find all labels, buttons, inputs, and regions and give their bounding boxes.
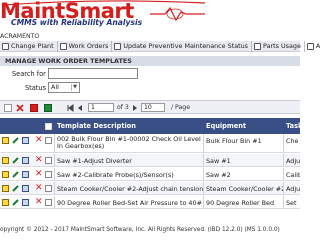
select-all-checkbox[interactable] xyxy=(45,123,52,130)
page-size-input[interactable]: 10 xyxy=(141,103,165,112)
copy-icon[interactable] xyxy=(22,199,29,206)
task-name: Set xyxy=(286,199,297,207)
row-checkbox[interactable] xyxy=(45,157,52,164)
table-row[interactable]: ✕ Saw #2-Calibrate Probe(s)/Sensor(s) Sa… xyxy=(0,168,300,181)
table-row[interactable]: ✕ Steam Cooker/Cooler #2-Adjust chain te… xyxy=(0,182,300,195)
col-template-description[interactable]: Template Description xyxy=(57,122,136,130)
more-icon xyxy=(306,42,314,50)
nav-label: Change Plant xyxy=(11,42,54,50)
template-description: Saw #2-Calibrate Probe(s)/Sensor(s) xyxy=(57,171,174,179)
edit-icon[interactable] xyxy=(12,199,19,206)
copyright-footer: opyright © 2012 - 2017 MaintSmart Softwa… xyxy=(0,227,280,233)
page-count: of 3 xyxy=(117,104,129,111)
row-checkbox[interactable] xyxy=(45,199,52,206)
grid-toolbar: 1 of 3 10 / Page xyxy=(0,100,300,114)
col-equipment[interactable]: Equipment xyxy=(206,122,246,130)
update-pm-icon xyxy=(114,42,122,50)
select-row-icon[interactable] xyxy=(2,199,9,206)
main-nav: Change Plant Work Orders Update Preventi… xyxy=(0,40,320,52)
select-row-icon[interactable] xyxy=(2,157,9,164)
delete-row-icon[interactable]: ✕ xyxy=(35,183,43,194)
row-checkbox[interactable] xyxy=(45,185,52,192)
work-orders-icon xyxy=(59,42,67,50)
equipment-name: Saw #1 xyxy=(206,157,231,165)
parts-usage-icon xyxy=(254,42,262,50)
nav-work-orders[interactable]: Work Orders xyxy=(58,40,113,52)
nav-label: Parts Usage xyxy=(263,42,301,50)
nav-update-pm-status[interactable]: Update Preventive Maintenance Status xyxy=(112,40,253,52)
col-task[interactable]: Task xyxy=(286,122,302,130)
equipment-name: 90 Degree Roller Bed xyxy=(206,199,275,207)
equipment-name: Saw #2 xyxy=(206,171,231,179)
template-description: Steam Cooker/Cooler #2-Adjust chain tens… xyxy=(57,185,203,193)
table-row[interactable]: ✕ Saw #1-Adjust Diverter Saw #1 Adju xyxy=(0,154,300,167)
app-header: MaintSmart CMMS with Reliability Analysi… xyxy=(0,0,300,36)
search-input[interactable] xyxy=(48,68,138,79)
nav-label: A xyxy=(315,42,320,50)
edit-icon[interactable] xyxy=(12,185,19,192)
export-excel-icon[interactable] xyxy=(44,104,52,112)
row-checkbox[interactable] xyxy=(45,137,52,144)
template-description: 002 Bulk Flour Bin #1-00002 Check Oil Le… xyxy=(57,136,201,150)
nav-label: Update Preventive Maintenance Status xyxy=(123,42,249,50)
edit-icon[interactable] xyxy=(12,157,19,164)
status-value: All xyxy=(51,83,59,91)
equipment-name: Steam Cooker/Cooler #2 xyxy=(206,185,284,193)
task-name: Che xyxy=(286,137,299,145)
prev-page-icon[interactable] xyxy=(76,104,84,112)
export-pdf-icon[interactable] xyxy=(30,104,38,112)
nav-label: Work Orders xyxy=(68,42,109,50)
page-number-input[interactable]: 1 xyxy=(88,103,114,112)
section-title: MANAGE WORK ORDER TEMPLATES xyxy=(0,56,300,66)
nav-more[interactable]: A xyxy=(305,41,320,52)
table-row[interactable]: ✕ 002 Bulk Flour Bin #1-00002 Check Oil … xyxy=(0,134,300,153)
table-row[interactable]: ✕ 90 Degree Roller Bed-Set Air Pressure … xyxy=(0,196,300,209)
copy-icon[interactable] xyxy=(22,171,29,178)
status-label: Status xyxy=(25,84,47,92)
row-checkbox[interactable] xyxy=(45,171,52,178)
select-row-icon[interactable] xyxy=(2,171,9,178)
task-name: Calib xyxy=(286,171,300,179)
template-description: 90 Degree Roller Bed-Set Air Pressure to… xyxy=(57,199,202,207)
nav-parts-usage[interactable]: Parts Usage xyxy=(252,40,305,52)
delete-row-icon[interactable]: ✕ xyxy=(35,197,43,208)
grid-header: Template Description Equipment Task xyxy=(0,118,302,134)
search-label: Search for xyxy=(12,70,46,78)
delete-row-icon[interactable]: ✕ xyxy=(35,155,43,166)
task-name: Adju xyxy=(286,157,300,165)
refresh-icon[interactable] xyxy=(4,104,12,112)
copy-icon[interactable] xyxy=(22,185,29,192)
edit-icon[interactable] xyxy=(12,171,19,178)
select-row-icon[interactable] xyxy=(2,185,9,192)
delete-row-icon[interactable]: ✕ xyxy=(35,135,43,146)
equipment-name: Bulk Flour Bin #1 xyxy=(206,137,262,145)
delete-row-icon[interactable]: ✕ xyxy=(35,169,43,180)
delete-icon[interactable] xyxy=(16,104,24,112)
brand-tagline: CMMS with Reliability Analysis xyxy=(11,18,143,27)
per-page-label: / Page xyxy=(171,104,191,111)
maintsmart-logo: MaintSmart CMMS with Reliability Analysi… xyxy=(0,0,215,36)
first-page-icon[interactable] xyxy=(66,104,74,112)
copy-icon[interactable] xyxy=(22,157,29,164)
task-name: Adju xyxy=(286,185,300,193)
template-description: Saw #1-Adjust Diverter xyxy=(57,157,132,165)
edit-icon[interactable] xyxy=(12,137,19,144)
copy-icon[interactable] xyxy=(22,137,29,144)
chevron-down-icon: ▼ xyxy=(71,84,78,91)
next-page-icon[interactable] xyxy=(131,104,139,112)
nav-change-plant[interactable]: Change Plant xyxy=(0,40,58,52)
status-select[interactable]: All ▼ xyxy=(48,82,80,93)
change-plant-icon xyxy=(2,42,9,50)
select-row-icon[interactable] xyxy=(2,137,9,144)
